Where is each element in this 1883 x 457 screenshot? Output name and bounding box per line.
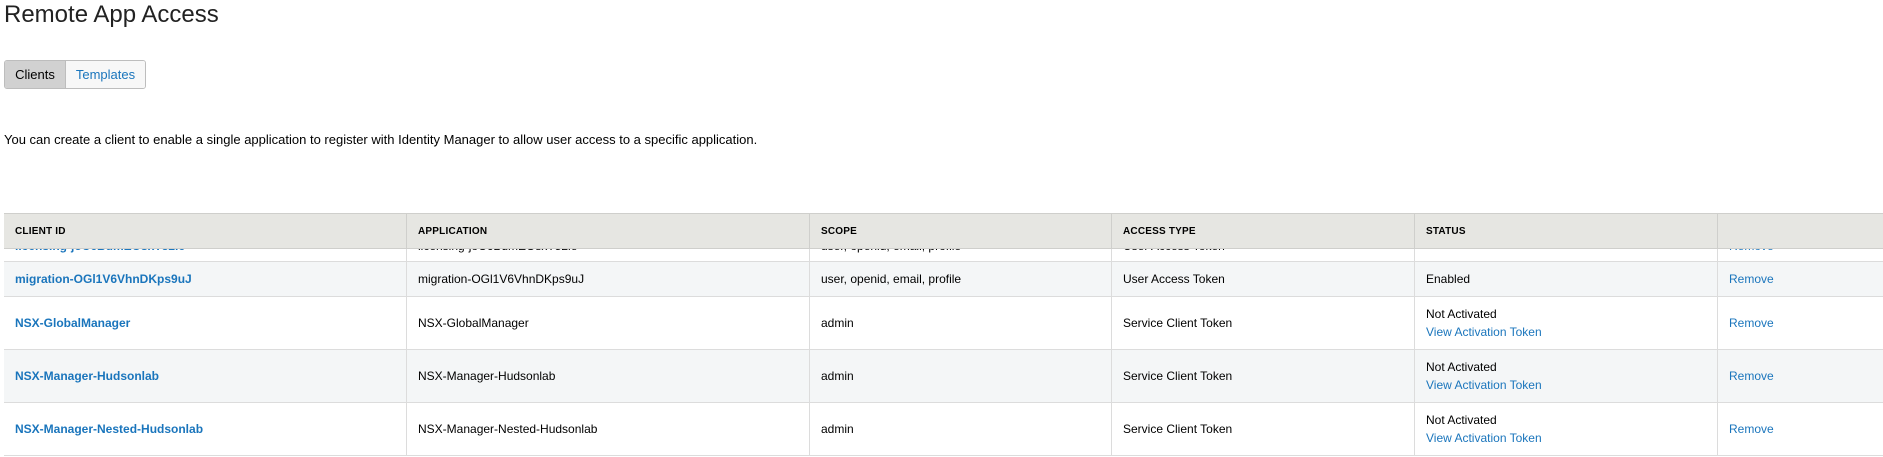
application-cell: NSX-Manager-Nested-Hudsonlab xyxy=(407,403,810,455)
table-row: migration-OGl1V6VhnDKps9uJ migration-OGl… xyxy=(4,262,1883,297)
status-cell: Not Activated View Activation Token xyxy=(1415,403,1718,455)
scope-cell: admin xyxy=(810,297,1112,349)
scope-cell: user, openid, email, profile xyxy=(810,262,1112,296)
table-body: licensing-joC6BdmEOsxT52ie licensing-joC… xyxy=(4,237,1883,456)
column-header-application[interactable]: APPLICATION xyxy=(407,214,810,248)
action-cell: Remove xyxy=(1718,297,1883,349)
access-type-cell: Service Client Token xyxy=(1112,350,1415,402)
column-header-actions xyxy=(1718,214,1883,248)
tab-clients[interactable]: Clients xyxy=(5,61,66,88)
table-row: NSX-GlobalManager NSX-GlobalManager admi… xyxy=(4,297,1883,350)
application-cell: migration-OGl1V6VhnDKps9uJ xyxy=(407,262,810,296)
application-cell: NSX-Manager-Hudsonlab xyxy=(407,350,810,402)
action-cell: Remove xyxy=(1718,262,1883,296)
status-cell: Not Activated View Activation Token xyxy=(1415,350,1718,402)
access-type-cell: Service Client Token xyxy=(1112,403,1415,455)
access-type-cell: User Access Token xyxy=(1112,262,1415,296)
remove-link[interactable]: Remove xyxy=(1729,422,1883,436)
clients-table: licensing-joC6BdmEOsxT52ie licensing-joC… xyxy=(4,213,1883,457)
column-header-client-id[interactable]: CLIENT ID xyxy=(4,214,407,248)
status-text: Not Activated xyxy=(1426,413,1497,427)
view-activation-token-link[interactable]: View Activation Token xyxy=(1426,429,1717,447)
status-cell: Not Activated View Activation Token xyxy=(1415,297,1718,349)
client-id-link[interactable]: NSX-Manager-Hudsonlab xyxy=(4,350,407,402)
column-header-scope[interactable]: SCOPE xyxy=(810,214,1112,248)
remove-link[interactable]: Remove xyxy=(1729,369,1883,383)
action-cell: Remove xyxy=(1718,350,1883,402)
scope-cell: admin xyxy=(810,403,1112,455)
column-header-access-type[interactable]: ACCESS TYPE xyxy=(1112,214,1415,248)
client-id-link[interactable]: migration-OGl1V6VhnDKps9uJ xyxy=(4,262,407,296)
tab-templates[interactable]: Templates xyxy=(66,61,145,88)
application-cell: NSX-GlobalManager xyxy=(407,297,810,349)
client-id-link[interactable]: NSX-Manager-Nested-Hudsonlab xyxy=(4,403,407,455)
status-cell: Enabled xyxy=(1415,262,1718,296)
column-header-status[interactable]: STATUS xyxy=(1415,214,1718,248)
view-activation-token-link[interactable]: View Activation Token xyxy=(1426,323,1717,341)
remove-link[interactable]: Remove xyxy=(1729,316,1883,330)
status-text: Enabled xyxy=(1426,272,1471,286)
tab-group: Clients Templates xyxy=(4,60,146,89)
remove-link[interactable]: Remove xyxy=(1729,272,1883,286)
page-description: You can create a client to enable a sing… xyxy=(4,132,758,147)
table-row: NSX-Manager-Nested-Hudsonlab NSX-Manager… xyxy=(4,403,1883,456)
scope-cell: admin xyxy=(810,350,1112,402)
view-activation-token-link[interactable]: View Activation Token xyxy=(1426,376,1717,394)
status-text: Not Activated xyxy=(1426,360,1497,374)
access-type-cell: Service Client Token xyxy=(1112,297,1415,349)
action-cell: Remove xyxy=(1718,403,1883,455)
table-header: CLIENT ID APPLICATION SCOPE ACCESS TYPE … xyxy=(4,213,1883,249)
client-id-link[interactable]: NSX-GlobalManager xyxy=(4,297,407,349)
page-title: Remote App Access xyxy=(4,1,219,28)
table-row: NSX-Manager-Hudsonlab NSX-Manager-Hudson… xyxy=(4,350,1883,403)
status-text: Not Activated xyxy=(1426,307,1497,321)
